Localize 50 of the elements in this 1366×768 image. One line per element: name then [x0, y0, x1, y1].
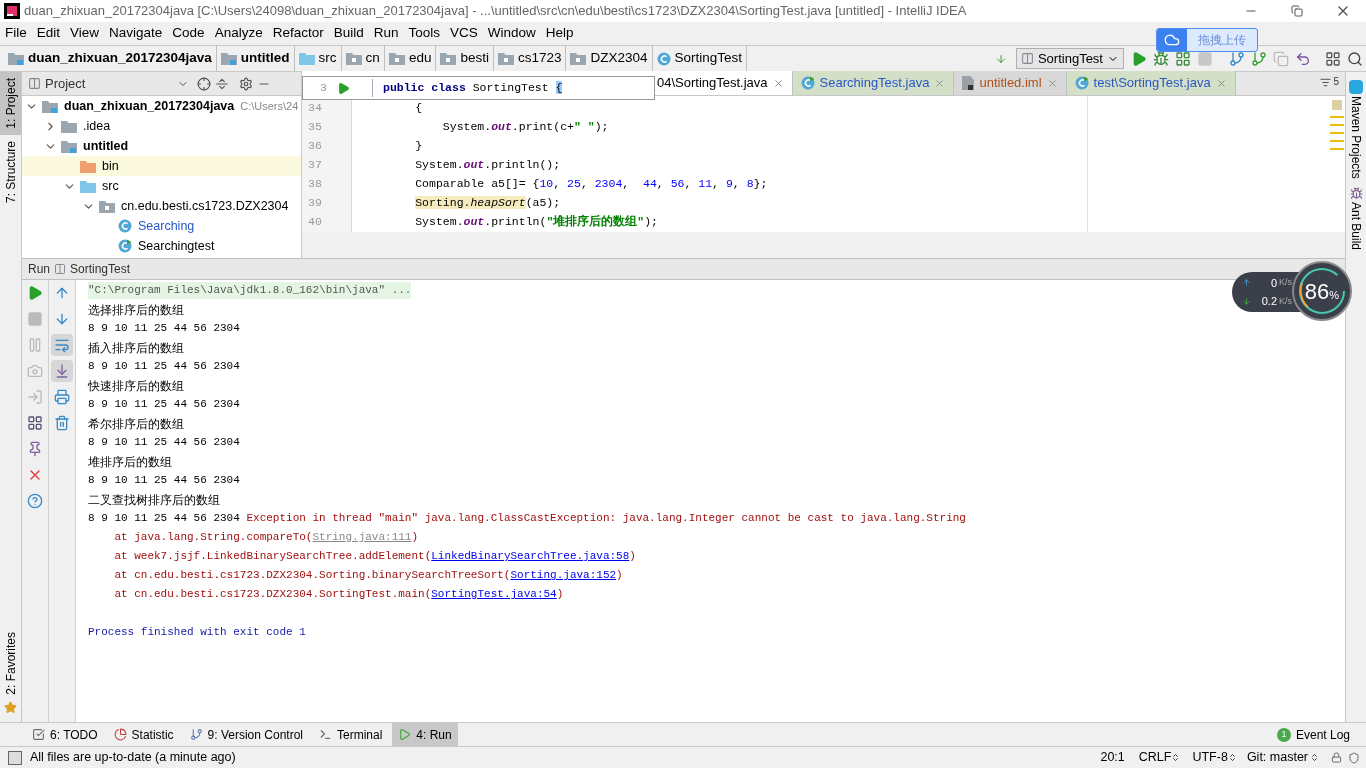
line-number: 3	[319, 80, 327, 97]
console-line: 8 9 10 11 25 44 56 2304	[88, 321, 240, 337]
upload-speed: 0 K/s	[1242, 274, 1292, 291]
tree-label: duan_zhixuan_20172304java	[64, 97, 235, 115]
console-line: 8 9 10 11 25 44 56 2304	[88, 397, 240, 413]
console-line: at week7.jsjf.LinkedBinarySearchTree.addElement(LinkedBinarySearchTree.java:58)	[113, 547, 636, 566]
line-number: 39	[307, 195, 323, 211]
code-line: Sorting.heapSort(a5);	[414, 195, 561, 211]
code-line: Comparable a5[]= {10, 25, 2304, 44, 56, 11, 9, 8};	[414, 176, 768, 192]
download-speed: 0.2 K/s	[1242, 293, 1292, 310]
line-number: 40	[307, 214, 323, 230]
console-line: 8 9 10 11 25 44 56 2304	[88, 359, 240, 375]
panel-title: Project	[45, 74, 86, 93]
code-line: public class SortingTest {	[372, 79, 563, 97]
line-number: 35	[307, 119, 323, 135]
line-number: 38	[307, 176, 323, 192]
code-line: {	[414, 100, 423, 116]
window-title: duan_zhixuan_20172304java [C:\Users\24098\duan_zhixuan_20172304java] - ...\untitled\src\cn\edu\besti\cs1723\DZX2304\SortingTest.java [untitled] - IntelliJ IDEA	[24, 2, 967, 21]
code-line: }	[414, 138, 423, 154]
tree-label: cn.edu.besti.cs1723.DZX2304	[121, 197, 289, 215]
console-line: at cn.edu.besti.cs1723.DZX2304.Sorting.binarySearchTreeSort(Sorting.java:152)	[113, 566, 623, 585]
console-line: Process finished with exit code 1	[88, 625, 306, 641]
console-line: 8 9 10 11 25 44 56 2304	[88, 473, 240, 489]
console-line: 希尔排序后的数组	[88, 415, 184, 433]
console-line: 快速排序后的数组	[88, 377, 184, 395]
tree-label: Searchingtest	[138, 237, 215, 255]
console-line: 选择排序后的数组	[88, 301, 184, 319]
console-line: 二叉查找树排序后的数组	[88, 491, 220, 509]
notification-count: 1	[1276, 727, 1291, 742]
line-number: 36	[307, 138, 323, 154]
status-message: All files are up-to-date (a minute ago)	[30, 749, 236, 767]
line-number: 34	[307, 100, 323, 116]
console-line: at cn.edu.besti.cs1723.DZX2304.SortingTest.main(SortingTest.java:54)	[113, 585, 564, 604]
console-line: at java.lang.String.compareTo(String.java:111)	[113, 528, 419, 547]
path-hint: C:\Users\24	[240, 98, 299, 114]
tree-label: .idea	[83, 117, 111, 135]
tree-label: src	[102, 177, 119, 195]
tree-label: untitled	[83, 137, 129, 155]
panel-title: Run	[28, 261, 50, 278]
line-number: 37	[307, 157, 323, 173]
console-line: 插入排序后的数组	[88, 339, 184, 357]
tree-label: bin	[102, 157, 119, 175]
console-line: 8 9 10 11 25 44 56 2304	[88, 435, 240, 451]
console-line: 堆排序后的数组	[88, 453, 172, 471]
console-line: 8 9 10 11 25 44 56 2304 Exception in thread "main" java.lang.ClassCastException: java.lang.Integer cannot be cast to java.lang.String	[88, 511, 966, 527]
event-log-label: Event Log	[1295, 726, 1350, 744]
code-line: System.out.print(c+" ");	[441, 119, 609, 135]
code-line: System.out.println();	[414, 157, 561, 173]
code-line: System.out.println("堆排序后的数组");	[414, 213, 658, 230]
tree-label: Searching	[138, 217, 195, 235]
